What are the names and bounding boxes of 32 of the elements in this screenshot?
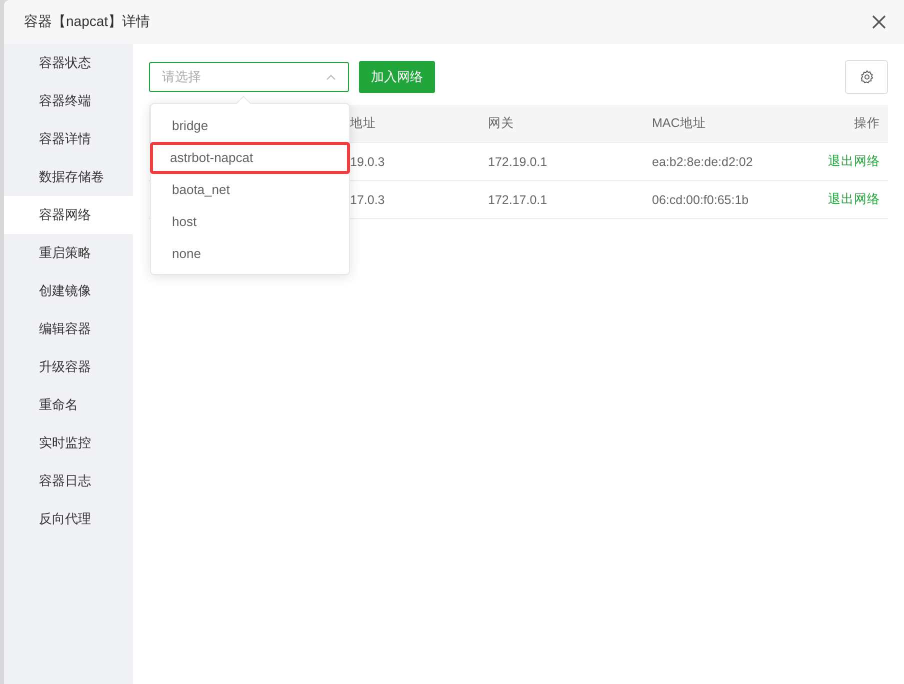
- sidebar-item[interactable]: 升级容器: [4, 348, 133, 386]
- sidebar-item[interactable]: 容器状态: [4, 44, 133, 82]
- table-cell-text: 172.17.0.1: [488, 192, 548, 206]
- close-icon[interactable]: [872, 15, 886, 29]
- sidebar-item[interactable]: 容器详情: [4, 120, 133, 158]
- dropdown-option[interactable]: astrbot-napcat: [150, 142, 350, 174]
- column-header: MAC地址: [652, 115, 707, 132]
- settings-button[interactable]: [845, 60, 888, 94]
- sidebar-item[interactable]: 容器终端: [4, 82, 133, 120]
- sidebar-item[interactable]: 重命名: [4, 386, 133, 424]
- table-cell-text: 172.19.0.1: [488, 154, 548, 168]
- table-cell-text: ea:b2:8e:de:d2:02: [652, 154, 754, 168]
- sidebar-item[interactable]: 重启策略: [4, 234, 133, 272]
- dropdown-option[interactable]: baota_net: [152, 174, 348, 206]
- sidebar-item[interactable]: 容器网络: [4, 196, 133, 234]
- window-title: 容器【napcat】详情: [24, 13, 150, 31]
- column-header: 操作: [854, 115, 881, 132]
- table-cell-text: 06:cd:00:f0:65:1b: [652, 192, 750, 206]
- column-header: 地址: [350, 115, 377, 132]
- column-header: 网关: [488, 115, 515, 132]
- sidebar-item[interactable]: 实时监控: [4, 424, 133, 462]
- sidebar-item[interactable]: 创建镜像: [4, 272, 133, 310]
- sidebar-item[interactable]: 反向代理: [4, 500, 133, 538]
- dropdown-option[interactable]: bridge: [152, 110, 348, 142]
- sidebar-item[interactable]: 编辑容器: [4, 310, 133, 348]
- sidebar-item[interactable]: 数据存储卷: [4, 158, 133, 196]
- table-cell-text: 17.0.3: [350, 192, 386, 206]
- dropdown-option[interactable]: none: [152, 238, 348, 270]
- table-cell-text: 19.0.3: [350, 154, 386, 168]
- dropdown-option[interactable]: host: [152, 206, 348, 238]
- settings-icon: [860, 70, 874, 84]
- sidebar-item[interactable]: 容器日志: [4, 462, 133, 500]
